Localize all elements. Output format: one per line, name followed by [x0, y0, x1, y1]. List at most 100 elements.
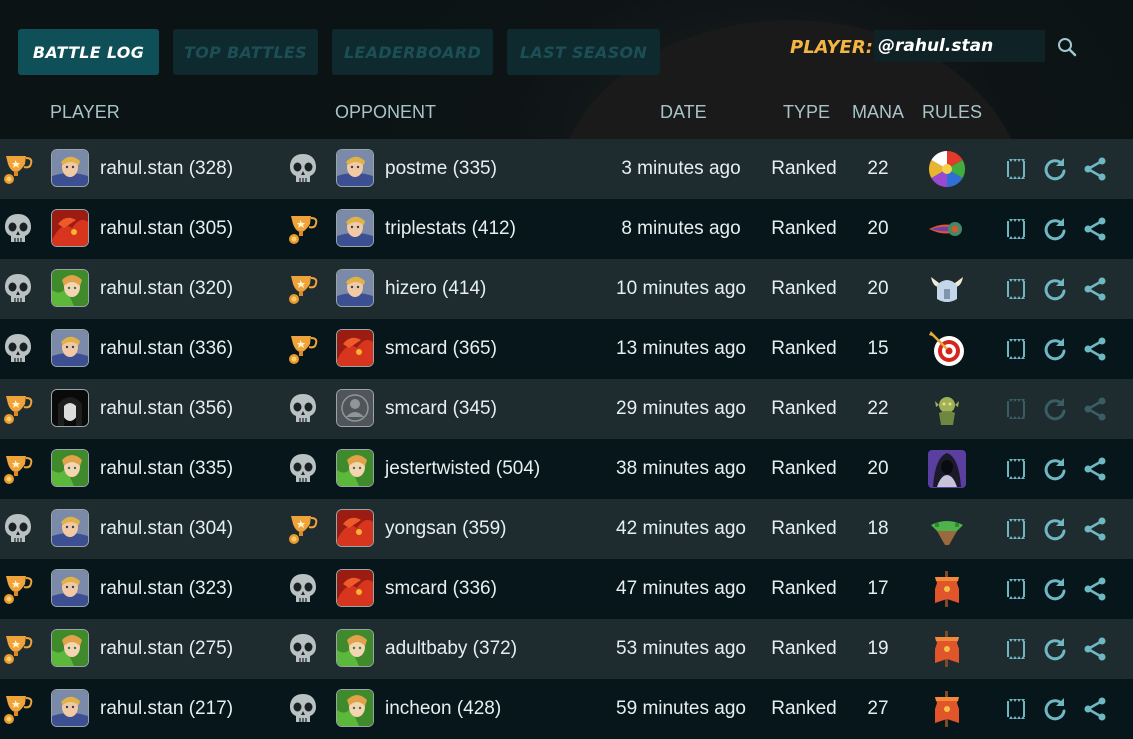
- player-name[interactable]: rahul.stan (217): [100, 679, 233, 739]
- battle-type: Ranked: [771, 158, 837, 179]
- banner-icon[interactable]: [927, 689, 967, 729]
- player-avatar: [51, 569, 89, 607]
- share-icon[interactable]: [1082, 516, 1108, 542]
- replay-icon[interactable]: [1042, 636, 1068, 662]
- trophy-icon: [285, 510, 321, 546]
- replay-icon[interactable]: [1042, 156, 1068, 182]
- battle-row[interactable]: rahul.stan (217) incheon (428) 59 minutes …: [0, 679, 1133, 739]
- replay-icon[interactable]: [1042, 336, 1068, 362]
- opponent-name[interactable]: smcard (336): [385, 559, 497, 619]
- battle-date: 47 minutes ago: [616, 578, 746, 599]
- replay-icon[interactable]: [1042, 516, 1068, 542]
- share-icon[interactable]: [1082, 276, 1108, 302]
- battle-row[interactable]: rahul.stan (323) smcard (336) 47 minutes a…: [0, 559, 1133, 619]
- player-name[interactable]: rahul.stan (305): [100, 199, 233, 259]
- target-icon[interactable]: [927, 329, 967, 369]
- player-name[interactable]: rahul.stan (323): [100, 559, 233, 619]
- tab-top-battles[interactable]: TOP BATTLES: [173, 29, 318, 75]
- expand-icon[interactable]: [1003, 576, 1029, 602]
- share-icon[interactable]: [1082, 456, 1108, 482]
- share-icon[interactable]: [1082, 636, 1108, 662]
- skull-icon: [0, 330, 36, 366]
- column-header-player: PLAYER: [50, 102, 120, 122]
- battle-row[interactable]: rahul.stan (356) smcard (345) 29 minutes a…: [0, 379, 1133, 439]
- mana-cap: 18: [867, 518, 889, 539]
- share-icon[interactable]: [1082, 696, 1108, 722]
- mana-cap: 27: [867, 698, 889, 719]
- goblin-icon[interactable]: [927, 389, 967, 429]
- opponent-name[interactable]: smcard (345): [385, 379, 497, 439]
- player-name[interactable]: rahul.stan (335): [100, 439, 233, 499]
- share-icon[interactable]: [1082, 156, 1108, 182]
- opponent-name[interactable]: adultbaby (372): [385, 619, 517, 679]
- replay-icon[interactable]: [1042, 456, 1068, 482]
- expand-icon[interactable]: [1003, 456, 1029, 482]
- share-icon[interactable]: [1082, 216, 1108, 242]
- expand-icon[interactable]: [1003, 696, 1029, 722]
- battle-row[interactable]: rahul.stan (328) postme (335) 3 minutes ag…: [0, 139, 1133, 199]
- search-icon[interactable]: [1056, 36, 1078, 58]
- mana-cap: 17: [867, 578, 889, 599]
- expand-icon[interactable]: [1003, 216, 1029, 242]
- column-header-type: TYPE: [783, 102, 831, 122]
- header: BATTLE LOG TOP BATTLES LEADERBOARD LAST …: [0, 0, 1133, 138]
- battle-row[interactable]: rahul.stan (335) jestertwisted (504) 38 mi…: [0, 439, 1133, 499]
- expand-icon[interactable]: [1003, 516, 1029, 542]
- opponent-name[interactable]: hizero (414): [385, 259, 486, 319]
- battle-row[interactable]: rahul.stan (320) hizero (414) 10 minutes a…: [0, 259, 1133, 319]
- player-search-label: PLAYER:: [790, 33, 879, 61]
- skull-icon: [0, 270, 36, 306]
- banner-icon[interactable]: [927, 629, 967, 669]
- replay-icon[interactable]: [1042, 216, 1068, 242]
- battle-date: 53 minutes ago: [616, 638, 746, 659]
- player-name[interactable]: rahul.stan (328): [100, 139, 233, 199]
- player-avatar: [51, 329, 89, 367]
- player-name[interactable]: rahul.stan (320): [100, 259, 233, 319]
- share-icon[interactable]: [1082, 576, 1108, 602]
- opponent-name[interactable]: jestertwisted (504): [385, 439, 540, 499]
- expand-icon[interactable]: [1003, 336, 1029, 362]
- expand-icon[interactable]: [1003, 156, 1029, 182]
- player-name[interactable]: rahul.stan (356): [100, 379, 233, 439]
- tab-battle-log[interactable]: BATTLE LOG: [18, 29, 159, 75]
- battle-row[interactable]: rahul.stan (275) adultbaby (372) 53 minute…: [0, 619, 1133, 679]
- expand-icon[interactable]: [1003, 276, 1029, 302]
- comet-icon[interactable]: [927, 209, 967, 249]
- player-name[interactable]: rahul.stan (336): [100, 319, 233, 379]
- battle-row[interactable]: rahul.stan (305) triplestats (412) 8 minut…: [0, 199, 1133, 259]
- expand-icon[interactable]: [1003, 636, 1029, 662]
- player-search-input[interactable]: [874, 30, 1045, 62]
- horned-helmet-icon[interactable]: [927, 269, 967, 309]
- opponent-name[interactable]: incheon (428): [385, 679, 501, 739]
- hooded-figure-icon[interactable]: [927, 449, 967, 489]
- skull-icon: [285, 690, 321, 726]
- share-icon[interactable]: [1082, 336, 1108, 362]
- battle-type: Ranked: [771, 638, 837, 659]
- opponent-name[interactable]: postme (335): [385, 139, 497, 199]
- opponent-name[interactable]: triplestats (412): [385, 199, 516, 259]
- replay-icon[interactable]: [1042, 396, 1068, 422]
- tab-leaderboard[interactable]: LEADERBOARD: [332, 29, 493, 75]
- player-avatar: [51, 629, 89, 667]
- battle-type: Ranked: [771, 578, 837, 599]
- battle-row[interactable]: rahul.stan (304) yongsan (359) 42 minutes …: [0, 499, 1133, 559]
- expand-icon[interactable]: [1003, 396, 1029, 422]
- replay-icon[interactable]: [1042, 696, 1068, 722]
- player-name[interactable]: rahul.stan (275): [100, 619, 233, 679]
- replay-icon[interactable]: [1042, 276, 1068, 302]
- skull-icon: [285, 150, 321, 186]
- opponent-name[interactable]: yongsan (359): [385, 499, 506, 559]
- opponent-name[interactable]: smcard (365): [385, 319, 497, 379]
- floating-island-icon[interactable]: [927, 509, 967, 549]
- battle-log-table: rahul.stan (328) postme (335) 3 minutes ag…: [0, 139, 1133, 739]
- rainbow-splinters-icon[interactable]: [927, 149, 967, 189]
- tab-last-season[interactable]: LAST SEASON: [507, 29, 660, 75]
- battle-date: 13 minutes ago: [616, 338, 746, 359]
- banner-icon[interactable]: [927, 569, 967, 609]
- share-icon[interactable]: [1082, 396, 1108, 422]
- skull-icon: [285, 630, 321, 666]
- replay-icon[interactable]: [1042, 576, 1068, 602]
- player-avatar: [51, 389, 89, 427]
- battle-row[interactable]: rahul.stan (336) smcard (365) 13 minutes a…: [0, 319, 1133, 379]
- player-name[interactable]: rahul.stan (304): [100, 499, 233, 559]
